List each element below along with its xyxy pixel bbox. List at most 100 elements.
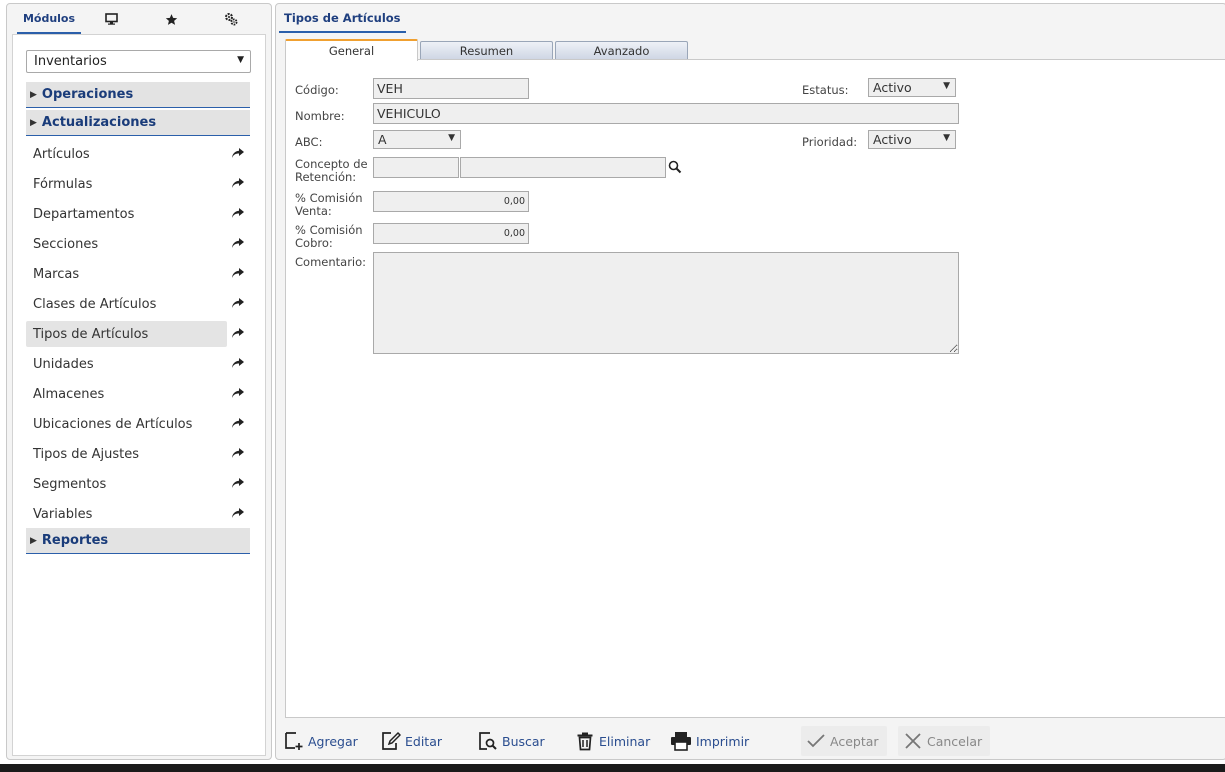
tab-label: Avanzado	[593, 44, 650, 58]
sidebar-item-tipos-de-ajustes[interactable]: Tipos de Ajustes	[26, 441, 263, 467]
sidebar-item-marcas[interactable]: Marcas	[26, 261, 263, 287]
tab-monitor[interactable]	[91, 4, 131, 34]
share-arrow-icon[interactable]	[231, 507, 245, 519]
section-label: Reportes	[41, 533, 109, 548]
share-arrow-icon[interactable]	[231, 177, 245, 189]
sidebar-item-label: Departamentos	[33, 206, 135, 222]
sidebar-item-almacenes[interactable]: Almacenes	[26, 381, 263, 407]
sidebar-item-secciones[interactable]: Secciones	[26, 231, 263, 257]
concepto-description-field[interactable]	[460, 157, 666, 178]
monitor-icon	[104, 13, 118, 25]
abc-select[interactable]: A ▼	[373, 130, 461, 149]
tab-resumen[interactable]: Resumen	[420, 41, 553, 60]
share-arrow-icon[interactable]	[231, 267, 245, 279]
cancelar-label: Cancelar	[927, 733, 983, 749]
sidebar-item-label: Tipos de Artículos	[26, 321, 227, 347]
concepto-label: Concepto de Retención:	[295, 158, 368, 184]
share-arrow-icon[interactable]	[231, 327, 245, 339]
sidebar-item-tipos-de-articulos[interactable]: Tipos de Artículos	[26, 321, 263, 347]
module-select[interactable]: Inventarios ▼	[26, 50, 251, 73]
module-select-value: Inventarios	[34, 54, 107, 69]
chevron-down-icon: ▼	[943, 133, 950, 143]
chevron-down-icon: ▼	[448, 133, 455, 143]
edit-icon	[382, 731, 401, 750]
sidebar-item-articulos[interactable]: Artículos	[26, 141, 263, 167]
abc-value: A	[378, 132, 387, 147]
eliminar-label: Eliminar	[599, 733, 651, 749]
agregar-button[interactable]: Agregar	[284, 726, 358, 756]
concepto-code-field[interactable]	[373, 157, 459, 178]
nombre-field[interactable]: VEHICULO	[373, 103, 959, 124]
caret-right-icon: ▶	[30, 117, 37, 128]
tab-label: Resumen	[459, 44, 514, 58]
tab-modulos[interactable]: Módulos	[17, 4, 81, 34]
modules-panel: Módulos Inventarios ▼ ▶ Operaciones ▶ Ac…	[6, 3, 272, 760]
tab-avanzado[interactable]: Avanzado	[555, 41, 688, 60]
agregar-label: Agregar	[308, 733, 358, 749]
comision-venta-label: % Comisión Venta:	[295, 192, 363, 218]
section-operaciones[interactable]: ▶ Operaciones	[26, 82, 250, 108]
share-arrow-icon[interactable]	[231, 207, 245, 219]
section-label: Actualizaciones	[41, 115, 157, 130]
share-arrow-icon[interactable]	[231, 237, 245, 249]
tab-general[interactable]: General	[285, 39, 418, 61]
comision-cobro-value: 0,00	[503, 228, 525, 239]
sidebar-item-variables[interactable]: Variables	[26, 501, 263, 527]
codigo-field[interactable]: VEH	[373, 78, 529, 99]
comision-cobro-field[interactable]: 0,00	[373, 223, 529, 244]
main-panel: Tipos de Artículos General Resumen Avanz…	[275, 3, 1225, 760]
section-label: Operaciones	[41, 87, 134, 102]
share-arrow-icon[interactable]	[231, 297, 245, 309]
sidebar-item-label: Marcas	[33, 266, 80, 282]
share-arrow-icon[interactable]	[231, 147, 245, 159]
sidebar-item-formulas[interactable]: Fórmulas	[26, 171, 263, 197]
aceptar-button[interactable]: Aceptar	[801, 726, 887, 756]
sidebar-item-unidades[interactable]: Unidades	[26, 351, 263, 377]
editar-label: Editar	[405, 733, 443, 749]
abc-label: ABC:	[295, 135, 323, 149]
share-arrow-icon[interactable]	[231, 357, 245, 369]
nombre-label: Nombre:	[295, 109, 345, 123]
imprimir-label: Imprimir	[696, 733, 750, 749]
search-icon[interactable]	[668, 160, 682, 174]
share-arrow-icon[interactable]	[231, 387, 245, 399]
editar-button[interactable]: Editar	[381, 726, 442, 756]
comentario-textarea[interactable]	[373, 252, 959, 354]
tab-favorites[interactable]	[151, 4, 191, 34]
check-icon	[807, 734, 825, 748]
prioridad-select[interactable]: Activo ▼	[868, 130, 956, 149]
sidebar-item-label: Unidades	[33, 356, 94, 372]
bottom-edge	[0, 764, 1225, 772]
form-container: Código: VEH Estatus: Activo ▼ Nombre: VE…	[285, 59, 1225, 718]
sidebar-item-clases-de-articulos[interactable]: Clases de Artículos	[26, 291, 263, 317]
page-title[interactable]: Tipos de Artículos	[279, 4, 406, 33]
section-actualizaciones[interactable]: ▶ Actualizaciones	[26, 110, 250, 136]
sidebar-item-label: Ubicaciones de Artículos	[33, 416, 193, 432]
comision-cobro-label: % Comisión Cobro:	[295, 224, 363, 250]
buscar-button[interactable]: Buscar	[478, 726, 545, 756]
nombre-value: VEHICULO	[377, 106, 441, 121]
sidebar-item-label: Secciones	[33, 236, 99, 252]
imprimir-button[interactable]: Imprimir	[670, 726, 749, 756]
sidebar-item-label: Segmentos	[33, 476, 107, 492]
section-reportes[interactable]: ▶ Reportes	[26, 528, 250, 554]
sidebar-item-segmentos[interactable]: Segmentos	[26, 471, 263, 497]
cancelar-button[interactable]: Cancelar	[898, 726, 991, 756]
aceptar-label: Aceptar	[830, 733, 879, 749]
share-arrow-icon[interactable]	[231, 417, 245, 429]
sidebar-item-label: Tipos de Ajustes	[33, 446, 140, 462]
share-arrow-icon[interactable]	[231, 447, 245, 459]
caret-right-icon: ▶	[30, 89, 37, 100]
comision-venta-field[interactable]: 0,00	[373, 191, 529, 212]
sidebar-item-ubicaciones-de-articulos[interactable]: Ubicaciones de Artículos	[26, 411, 263, 437]
comision-venta-label-line2: Venta:	[295, 204, 332, 218]
share-arrow-icon[interactable]	[231, 477, 245, 489]
search-document-icon	[479, 732, 497, 750]
star-icon	[165, 13, 177, 25]
eliminar-button[interactable]: Eliminar	[575, 726, 650, 756]
prioridad-value: Activo	[873, 132, 912, 147]
tab-settings[interactable]	[211, 4, 251, 34]
sidebar-item-label: Clases de Artículos	[33, 296, 157, 312]
sidebar-item-departamentos[interactable]: Departamentos	[26, 201, 263, 227]
estatus-select[interactable]: Activo ▼	[868, 78, 956, 97]
